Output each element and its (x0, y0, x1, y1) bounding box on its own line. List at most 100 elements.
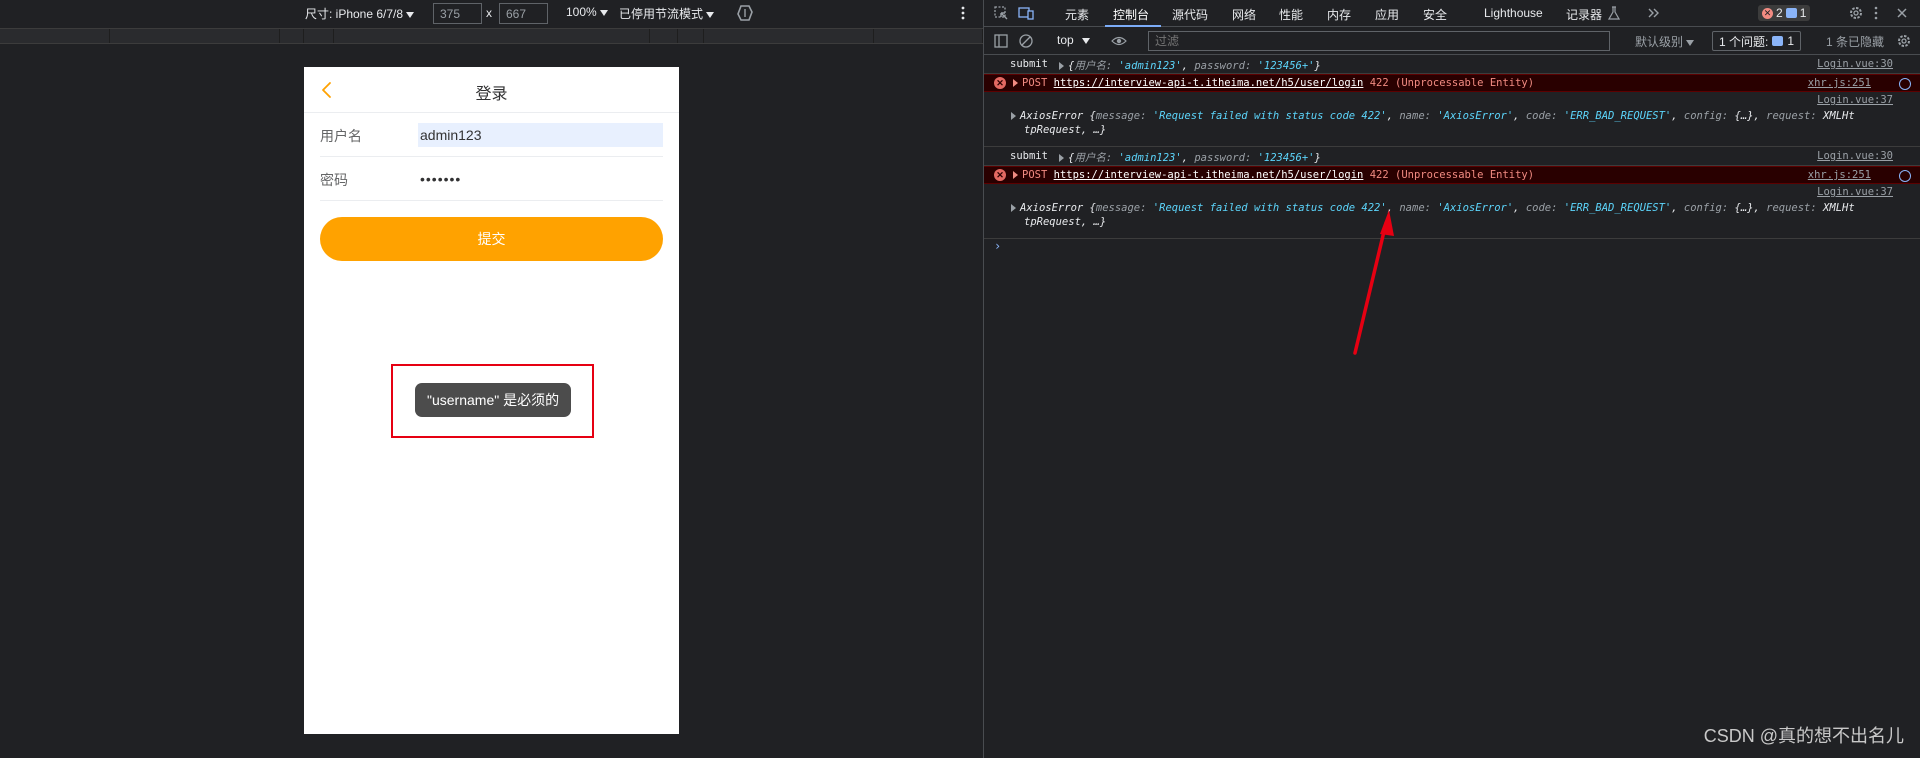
filter-input[interactable] (1148, 31, 1610, 51)
close-icon[interactable] (1894, 5, 1910, 21)
tab-sources[interactable]: 源代码 (1172, 6, 1208, 23)
request-url[interactable]: https://interview-api-t.itheima.net/h5/u… (1054, 77, 1364, 89)
error-icon: ✕ (994, 169, 1006, 181)
console-output: submit {用户名: 'admin123', password: '1234… (984, 55, 1920, 758)
submit-button[interactable]: 提交 (320, 217, 663, 261)
object-value: 'Request failed with status code 422' (1152, 110, 1387, 122)
tab-performance[interactable]: 性能 (1279, 6, 1303, 23)
expand-triangle-icon (1011, 112, 1016, 120)
object-key: password (1194, 152, 1245, 164)
width-input[interactable] (433, 3, 482, 24)
flask-icon (1608, 6, 1620, 20)
tab-console[interactable]: 控制台 (1113, 6, 1149, 23)
message-count: 1 (1799, 6, 1807, 20)
object-brace: } (1314, 152, 1321, 164)
log-level-label: 默认级别 (1635, 35, 1684, 49)
device-toolbar-icon[interactable] (1018, 5, 1034, 21)
source-link[interactable]: Login.vue:37 (1817, 186, 1893, 198)
throttle-label: 已停用节流模式 (619, 7, 704, 21)
more-options-icon[interactable] (960, 4, 966, 22)
object-value: '123456+' (1257, 60, 1315, 72)
screenshot-root: 尺寸: iPhone 6/7/8 x 100% 已停用节流模式 登录 (0, 0, 1920, 758)
clear-console-icon[interactable] (1018, 33, 1034, 49)
tab-elements[interactable]: 元素 (1065, 6, 1089, 23)
source-link[interactable]: Login.vue:30 (1817, 58, 1893, 70)
console-message[interactable]: Login.vue:37 AxiosError {message: 'Reque… (984, 184, 1920, 239)
more-tabs-icon[interactable] (1646, 5, 1662, 21)
more-options-icon[interactable] (1873, 5, 1879, 21)
console-error[interactable]: ✕ POST https://interview-api-t.itheima.n… (984, 166, 1920, 184)
object-brace: } (1314, 60, 1321, 72)
object-key: config (1683, 202, 1722, 214)
username-field: 用户名 (320, 113, 663, 157)
eye-icon[interactable] (1111, 33, 1127, 49)
logged-object[interactable]: {用户名: 'admin123', password: '123456+'} (1059, 150, 1321, 165)
console-message[interactable]: submit {用户名: 'admin123', password: '1234… (984, 147, 1920, 166)
logged-object[interactable]: {用户名: 'admin123', password: '123456+'} (1059, 58, 1321, 73)
hidden-count: 1 条已隐藏 (1826, 35, 1885, 49)
request-url[interactable]: https://interview-api-t.itheima.net/h5/u… (1054, 169, 1364, 181)
console-settings-icon[interactable] (1896, 33, 1912, 49)
tab-lighthouse[interactable]: Lighthouse (1484, 6, 1543, 20)
devtools-tab-bar: 元素 控制台 源代码 网络 性能 内存 应用 安全 Lighthouse 记录器… (984, 0, 1920, 27)
console-toolbar: top 默认级别 1 个问题: 1 1 条已隐藏 (984, 27, 1920, 55)
password-input[interactable] (418, 167, 663, 191)
tab-memory[interactable]: 内存 (1327, 6, 1351, 23)
zoom-label: 100% (566, 5, 597, 19)
tab-security[interactable]: 安全 (1423, 6, 1447, 23)
tab-recorder[interactable]: 记录器 (1566, 6, 1602, 23)
log-label: submit (1010, 58, 1048, 70)
watermark: CSDN @真的想不出名儿 (1703, 726, 1904, 746)
ruler-segment (334, 29, 650, 43)
throttle-select[interactable]: 已停用节流模式 (619, 5, 715, 22)
error-message-counter[interactable]: ✕ 2 1 (1758, 5, 1811, 21)
source-link[interactable]: Login.vue:37 (1817, 94, 1893, 106)
password-field: 密码 (320, 157, 663, 201)
username-input[interactable] (418, 123, 663, 147)
log-level-select[interactable]: 默认级别 (1635, 33, 1695, 50)
object-value: {…} (1734, 110, 1754, 122)
axios-error-continuation: tpRequest, …} (1024, 216, 1107, 228)
network-request-icon[interactable] (1899, 78, 1911, 90)
axios-error-object[interactable]: AxiosError {message: 'Request failed wit… (1011, 202, 1855, 214)
error-text: POST https://interview-api-t.itheima.net… (1013, 169, 1534, 181)
error-class-name: AxiosError (1020, 202, 1084, 214)
username-label: 用户名 (320, 128, 362, 144)
tab-network[interactable]: 网络 (1232, 6, 1256, 23)
issues-count: 1 (1787, 34, 1795, 48)
dimensions-select[interactable]: 尺寸: iPhone 6/7/8 (305, 5, 415, 22)
source-link[interactable]: xhr.js:251 (1808, 77, 1871, 89)
settings-gear-icon[interactable] (1848, 5, 1864, 21)
console-message[interactable]: submit {用户名: 'admin123', password: '1234… (984, 55, 1920, 74)
object-value: 'Request failed with status code 422' (1152, 202, 1387, 214)
context-select[interactable]: top (1057, 33, 1090, 47)
object-value: '123456+' (1257, 152, 1315, 164)
object-key: code (1525, 110, 1552, 122)
sidebar-toggle-icon[interactable] (993, 33, 1009, 49)
devtools-panel: 元素 控制台 源代码 网络 性能 内存 应用 安全 Lighthouse 记录器… (983, 0, 1920, 758)
zoom-select[interactable]: 100% (566, 5, 608, 19)
tab-application[interactable]: 应用 (1375, 6, 1399, 23)
axios-error-object[interactable]: AxiosError {message: 'Request failed wit… (1011, 110, 1855, 122)
expand-triangle-icon (1013, 171, 1018, 179)
issues-label: 1 个问题: (1719, 34, 1769, 49)
log-label: submit (1010, 150, 1048, 162)
network-request-icon[interactable] (1899, 170, 1911, 182)
inspect-element-icon[interactable] (993, 5, 1009, 21)
console-error[interactable]: ✕ POST https://interview-api-t.itheima.n… (984, 74, 1920, 92)
object-value: 'admin123' (1118, 152, 1182, 164)
console-message[interactable]: Login.vue:37 AxiosError {message: 'Reque… (984, 92, 1920, 147)
source-link[interactable]: Login.vue:30 (1817, 150, 1893, 162)
console-prompt[interactable]: › (994, 239, 1001, 253)
issues-button[interactable]: 1 个问题: 1 (1712, 31, 1802, 51)
phone-viewport: 登录 用户名 密码 提交 "username" 是必须的 (304, 67, 679, 734)
error-count: 2 (1776, 6, 1783, 20)
object-value: 'ERR_BAD_REQUEST' (1563, 202, 1672, 214)
rotate-icon[interactable] (735, 3, 755, 23)
height-input[interactable] (499, 3, 548, 24)
source-link[interactable]: xhr.js:251 (1808, 169, 1871, 181)
expand-triangle-icon (1059, 154, 1064, 162)
chevron-down-icon (1686, 39, 1695, 46)
ruler-segment (0, 29, 110, 43)
chevron-down-icon (406, 11, 415, 18)
